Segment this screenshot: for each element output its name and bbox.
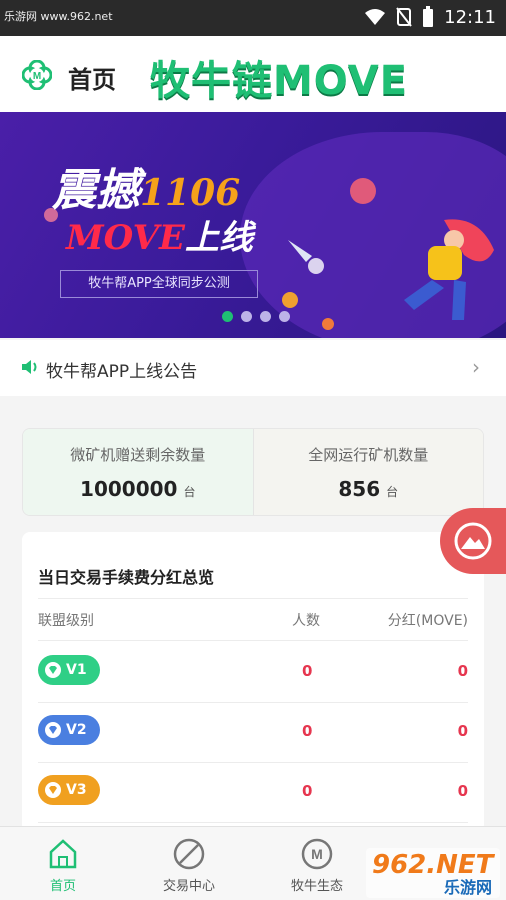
column-header-count: 人数 [292, 613, 320, 629]
announcement-text: 牧牛帮APP上线公告 [46, 362, 198, 382]
carousel-dot[interactable] [241, 311, 252, 322]
tab-label: 交易中心 [162, 879, 215, 894]
tab-ecosystem[interactable]: M 牧牛生态 [272, 837, 362, 894]
stat-label: 微矿机赠送剩余数量 [70, 445, 206, 464]
home-icon [49, 839, 77, 869]
wifi-icon [365, 9, 386, 25]
watermark-text: 乐游网 www.962.net [4, 10, 113, 23]
rocket-icon [288, 240, 324, 274]
divider [38, 640, 468, 641]
level-badge: V1 [38, 655, 100, 685]
stat-card-gift-miners: 微矿机赠送剩余数量 1000000 台 [23, 429, 253, 515]
member-count: 0 [302, 782, 313, 800]
svg-text:M: M [311, 846, 323, 862]
floating-action-button[interactable] [440, 508, 506, 574]
column-header-dividend: 分红(MOVE) [387, 613, 468, 629]
site-watermark: 962.NET 乐游网 [366, 848, 500, 898]
dividend-overview-panel: 当日交易手续费分红总览 联盟级别 人数 分红(MOVE) V1 0 0 V2 0… [22, 532, 484, 832]
promo-banner[interactable]: 震撼1106 MOVE上线 牧牛帮APP全球同步公测 [0, 112, 506, 338]
level-badge: V3 [38, 775, 100, 805]
battery-icon [423, 6, 434, 27]
carousel-dot[interactable] [222, 311, 233, 322]
tab-trade-center[interactable]: 交易中心 [144, 837, 234, 894]
carousel-indicator [222, 311, 290, 322]
announcement-bar[interactable]: 牧牛帮APP上线公告 › [0, 340, 506, 396]
banner-subtitle: 牧牛帮APP全球同步公测 [60, 270, 258, 298]
ecosystem-icon: M [301, 838, 333, 870]
carousel-dot[interactable] [279, 311, 290, 322]
table-row: V3 0 0 [22, 762, 484, 822]
clock: 12:11 [444, 6, 496, 28]
panel-title: 当日交易手续费分红总览 [38, 568, 215, 587]
diamond-icon [45, 662, 61, 678]
banner-headline-2: MOVE上线 [66, 218, 253, 258]
tab-label: 牧牛生态 [290, 879, 343, 894]
stat-label: 全网运行矿机数量 [308, 445, 429, 464]
stats-summary: 微矿机赠送剩余数量 1000000 台 全网运行矿机数量 856 台 [22, 428, 484, 516]
no-sim-icon [396, 7, 412, 27]
stat-value: 856 台 [338, 476, 399, 501]
page-title: 首页 [68, 66, 116, 94]
stat-card-running-miners: 全网运行矿机数量 856 台 [252, 429, 483, 515]
planet-decoration [322, 318, 334, 330]
svg-text:M: M [33, 71, 41, 82]
carousel-dot[interactable] [260, 311, 271, 322]
banner-headline: 震撼1106 [52, 165, 241, 216]
dividend-amount: 0 [457, 722, 468, 740]
level-badge: V2 [38, 715, 100, 745]
clover-logo-icon: M [22, 60, 52, 90]
brand-title: 牧牛链MOVE [150, 58, 409, 104]
app-header: M 首页 牧牛链MOVE [0, 36, 506, 112]
planet-decoration [282, 292, 298, 308]
mountain-icon [454, 522, 492, 560]
member-count: 0 [302, 662, 313, 680]
table-row: V2 0 0 [22, 702, 484, 762]
diamond-icon [45, 782, 61, 798]
astronaut-girl-illustration [404, 219, 494, 320]
stat-value: 1000000 台 [80, 476, 196, 501]
tab-label: 首页 [49, 879, 76, 894]
diamond-icon [45, 722, 61, 738]
dividend-amount: 0 [457, 782, 468, 800]
divider [38, 822, 468, 823]
column-header-level: 联盟级别 [38, 613, 94, 629]
member-count: 0 [302, 722, 313, 740]
tab-home[interactable]: 首页 [18, 837, 108, 894]
speaker-icon [22, 360, 37, 374]
planet-decoration [350, 178, 376, 204]
dividend-amount: 0 [457, 662, 468, 680]
divider [38, 598, 468, 599]
status-bar: 乐游网 www.962.net 12:11 [0, 0, 506, 36]
chevron-right-icon: › [472, 355, 480, 379]
table-row: V1 0 0 [22, 642, 484, 702]
trade-icon [173, 838, 205, 870]
